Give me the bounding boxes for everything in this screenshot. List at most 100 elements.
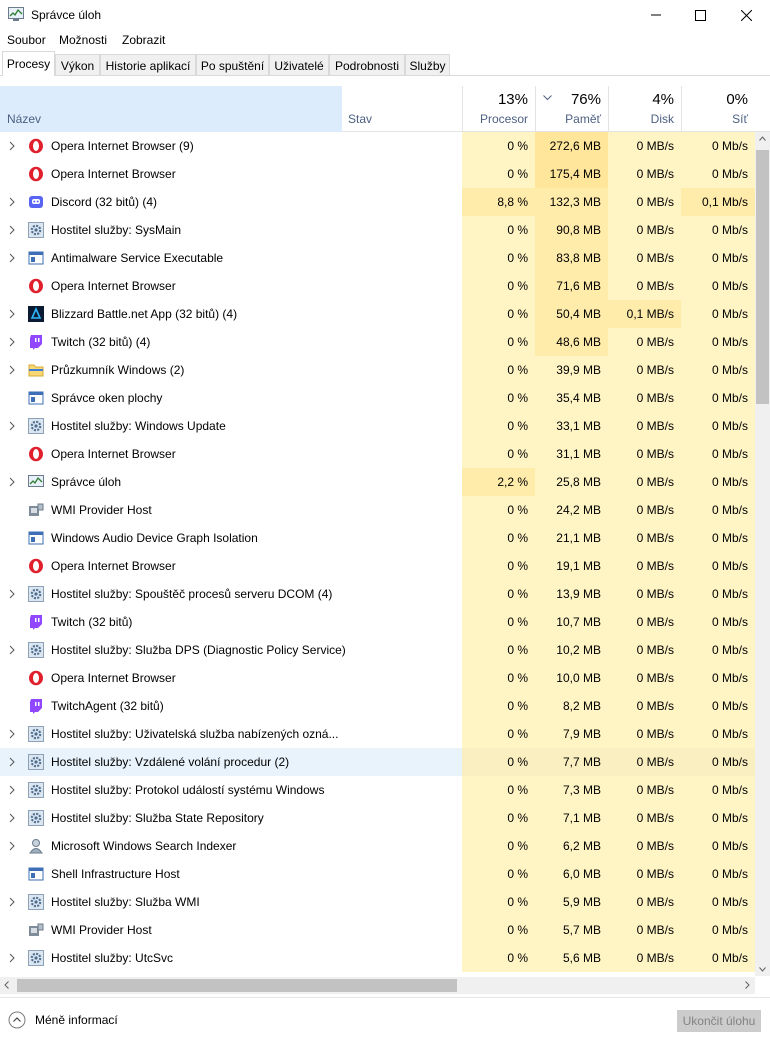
chevron-right-icon[interactable] [8,253,16,263]
process-network: 0,1 Mb/s [681,188,755,216]
column-disk[interactable]: 4% Disk [608,86,681,132]
process-row[interactable]: Správce oken plochy 0 % 35,4 MB 0 MB/s 0 Mb/… [0,384,755,412]
chevron-right-icon[interactable] [8,421,16,431]
minimize-button[interactable] [633,0,679,30]
process-row[interactable]: Opera Internet Browser 0 % 19,1 MB 0 MB/s 0 … [0,552,755,580]
process-row[interactable]: Opera Internet Browser 0 % 31,1 MB 0 MB/s 0 … [0,440,755,468]
menu-file[interactable]: Soubor [7,33,46,47]
column-name[interactable]: Název [0,86,342,132]
process-disk: 0 MB/s [608,552,681,580]
process-row[interactable]: Hostitel služby: Vzdálené volání procedu… [0,748,755,776]
column-cpu[interactable]: 13% Procesor [462,86,535,132]
process-name: Opera Internet Browser [51,447,176,461]
chevron-right-icon[interactable] [8,785,16,795]
chevron-right-icon[interactable] [8,589,16,599]
scroll-right-icon[interactable] [745,981,750,989]
process-row[interactable]: Antimalware Service Executable 0 % 83,8 MB… [0,244,755,272]
process-row[interactable]: Twitch (32 bitů) (4) 0 % 48,6 MB 0 MB/s 0 Mb… [0,328,755,356]
chevron-right-icon[interactable] [8,225,16,235]
chevron-right-icon[interactable] [8,645,16,655]
horizontal-scrollbar[interactable] [0,977,755,994]
less-info-button[interactable]: Méně informací [8,1011,118,1029]
process-row[interactable]: Průzkumník Windows (2) 0 % 39,9 MB 0 MB/s 0 … [0,356,755,384]
process-row[interactable]: Opera Internet Browser 0 % 10,0 MB 0 MB/s 0 … [0,664,755,692]
chevron-right-icon[interactable] [8,477,16,487]
process-cpu: 0 % [462,524,535,552]
chevron-right-icon[interactable] [8,757,16,767]
horizontal-scroll-thumb[interactable] [17,979,457,992]
process-row[interactable]: Microsoft Windows Search Indexer 0 % 6,2 M… [0,832,755,860]
process-row[interactable]: Windows Audio Device Graph Isolation 0 % 2… [0,524,755,552]
process-row[interactable]: Hostitel služby: UtcSvc 0 % 5,6 MB 0 MB/s 0 … [0,944,755,972]
scroll-left-icon[interactable] [4,981,9,989]
process-memory: 71,6 MB [535,272,608,300]
opera-icon [29,138,43,154]
chevron-right-icon[interactable] [8,337,16,347]
task-manager-icon [8,7,24,21]
process-name: WMI Provider Host [51,923,152,937]
tab-startup[interactable]: Po spuštění [196,54,269,76]
process-row[interactable]: Hostitel služby: Služba State Repository… [0,804,755,832]
vertical-scroll-thumb[interactable] [756,150,769,404]
tab-processes[interactable]: Procesy [2,51,55,76]
window-icon [28,391,44,405]
process-row[interactable]: WMI Provider Host 0 % 5,7 MB 0 MB/s 0 Mb/s [0,916,755,944]
tab-app-history[interactable]: Historie aplikací [100,54,196,76]
process-network: 0 Mb/s [681,356,755,384]
maximize-button[interactable] [677,0,723,30]
menu-view[interactable]: Zobrazit [122,33,165,47]
column-network[interactable]: 0% Síť [681,86,755,132]
process-row[interactable]: WMI Provider Host 0 % 24,2 MB 0 MB/s 0 Mb/s [0,496,755,524]
menu-bar: Soubor Možnosti Zobrazit [0,30,770,50]
process-row[interactable]: Discord (32 bitů) (4) 8,8 % 132,3 MB 0 MB/s… [0,188,755,216]
process-row[interactable]: Blizzard Battle.net App (32 bitů) (4) 0 %… [0,300,755,328]
chevron-right-icon[interactable] [8,897,16,907]
process-row[interactable]: Opera Internet Browser 0 % 71,6 MB 0 MB/s 0 … [0,272,755,300]
scroll-down-icon[interactable] [759,967,766,972]
vertical-scrollbar[interactable] [755,132,770,976]
chevron-right-icon[interactable] [8,309,16,319]
chevron-right-icon[interactable] [8,813,16,823]
chevron-right-icon[interactable] [8,953,16,963]
process-memory: 10,7 MB [535,608,608,636]
process-network: 0 Mb/s [681,496,755,524]
column-status[interactable]: Stav [342,86,462,132]
chevron-right-icon[interactable] [8,365,16,375]
process-row[interactable]: Hostitel služby: Služba WMI 0 % 5,9 MB 0 MB… [0,888,755,916]
process-row[interactable]: Opera Internet Browser 0 % 175,4 MB 0 MB/s 0… [0,160,755,188]
menu-options[interactable]: Možnosti [59,33,107,47]
process-network: 0 Mb/s [681,468,755,496]
process-network: 0 Mb/s [681,888,755,916]
process-row[interactable]: Shell Infrastructure Host 0 % 6,0 MB 0 MB/s… [0,860,755,888]
process-cpu: 0 % [462,720,535,748]
chevron-right-icon[interactable] [8,141,16,151]
close-button[interactable] [723,0,769,30]
end-task-button[interactable]: Ukončit úlohu [677,1010,761,1032]
column-status-label: Stav [348,112,373,126]
process-row[interactable]: Opera Internet Browser (9) 0 % 272,6 MB 0 M… [0,132,755,160]
process-row[interactable]: Hostitel služby: Služba DPS (Diagnostic … [0,636,755,664]
tab-services[interactable]: Služby [405,54,450,76]
chevron-right-icon[interactable] [8,841,16,851]
process-name: Opera Internet Browser [51,559,176,573]
process-row[interactable]: Hostitel služby: Spouštěč procesů server… [0,580,755,608]
process-row[interactable]: TwitchAgent (32 bitů) 0 % 8,2 MB 0 MB/s 0 Mb… [0,692,755,720]
process-row[interactable]: Hostitel služby: Windows Update 0 % 33,1 M… [0,412,755,440]
process-cpu: 0 % [462,888,535,916]
process-disk: 0 MB/s [608,384,681,412]
process-row[interactable]: Hostitel služby: SysMain 0 % 90,8 MB 0 MB/s… [0,216,755,244]
column-memory[interactable]: 76% Paměť [535,86,608,132]
process-cpu: 0 % [462,832,535,860]
process-row[interactable]: Twitch (32 bitů) 0 % 10,7 MB 0 MB/s 0 Mb/s [0,608,755,636]
process-row[interactable]: Hostitel služby: Uživatelská služba nabí… [0,720,755,748]
tab-performance[interactable]: Výkon [55,54,100,76]
process-row[interactable]: Správce úloh 2,2 % 25,8 MB 0 MB/s 0 Mb/s [0,468,755,496]
chevron-right-icon[interactable] [8,197,16,207]
scroll-up-icon[interactable] [759,136,766,141]
process-memory: 48,6 MB [535,328,608,356]
tab-users[interactable]: Uživatelé [269,54,329,76]
process-name: Hostitel služby: Služba WMI [51,895,200,909]
tab-details[interactable]: Podrobnosti [329,54,405,76]
chevron-right-icon[interactable] [8,729,16,739]
process-row[interactable]: Hostitel služby: Protokol událostí systé… [0,776,755,804]
